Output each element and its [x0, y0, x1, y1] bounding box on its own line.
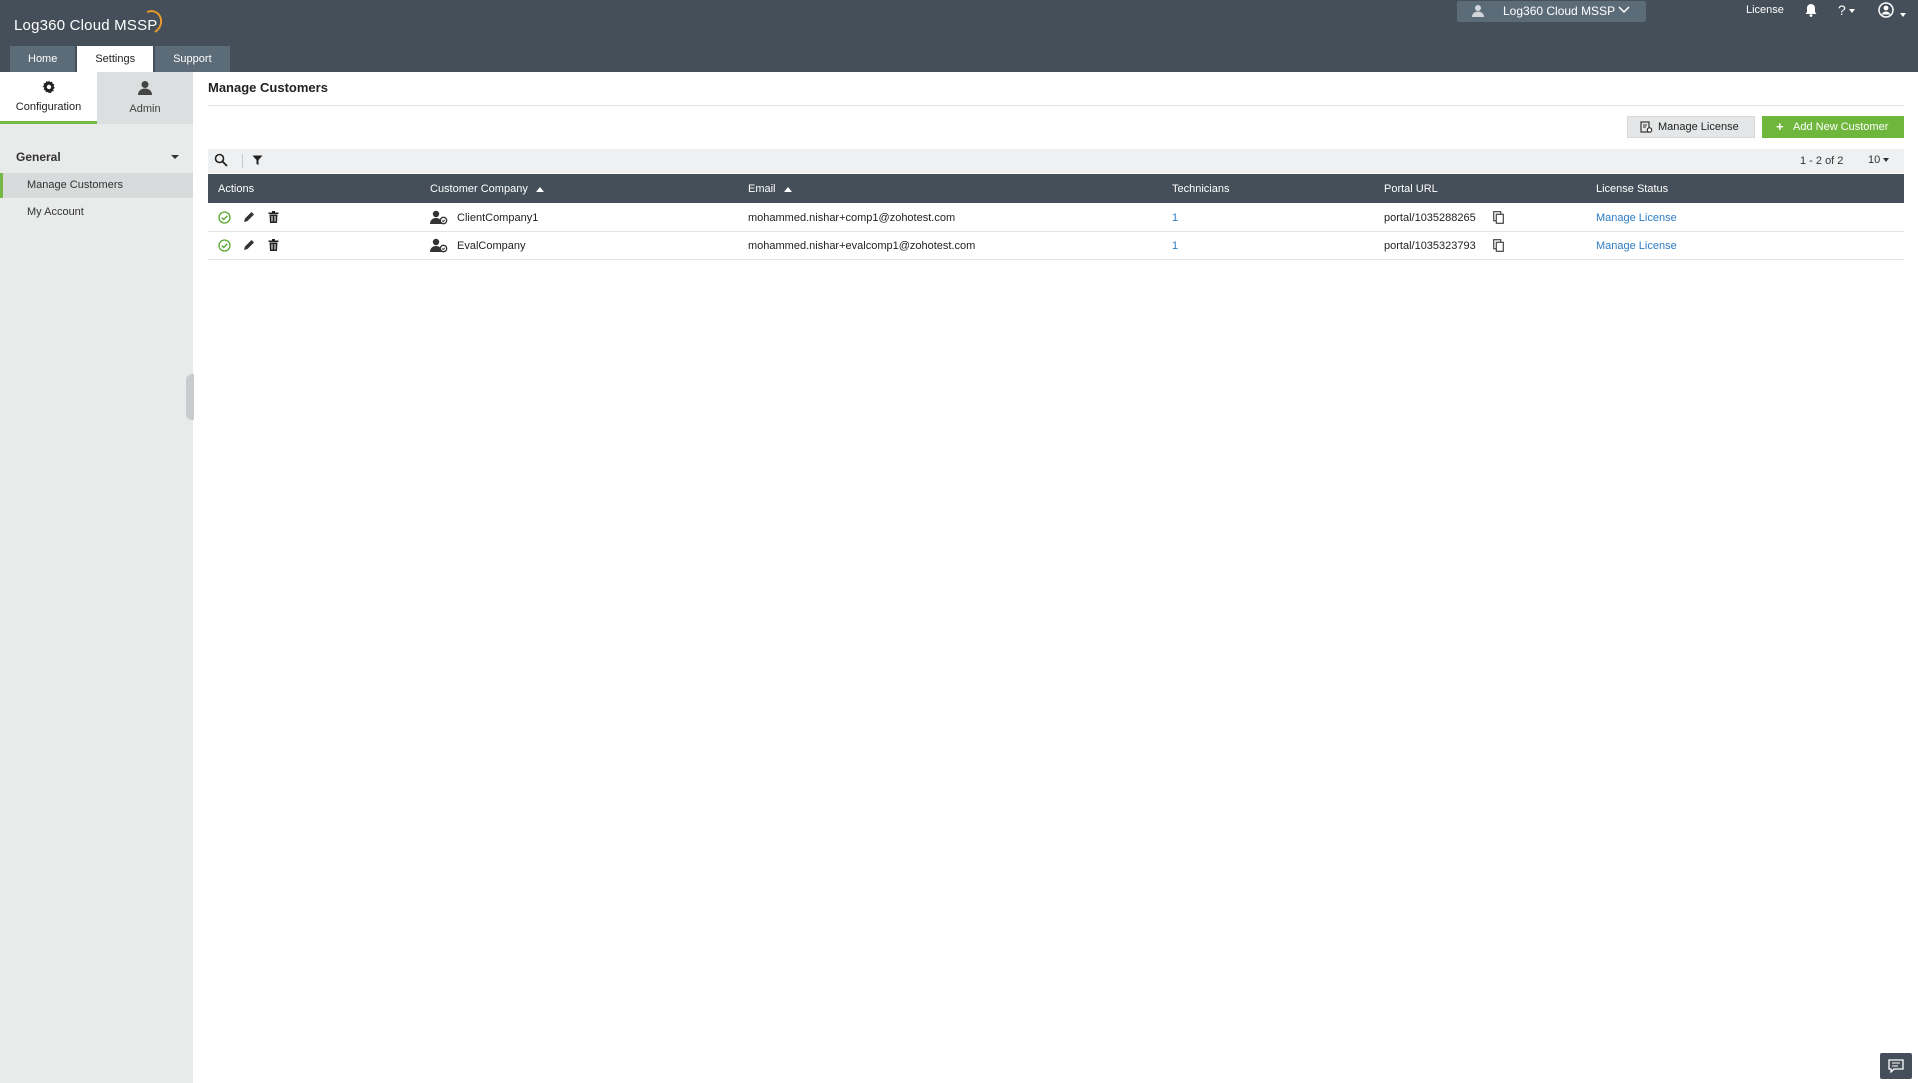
- company-users-icon: [430, 238, 448, 256]
- customer-email: mohammed.nishar+evalcomp1@zohotest.com: [748, 240, 976, 252]
- delete-icon[interactable]: [268, 211, 279, 226]
- help-icon: ?: [1838, 2, 1846, 18]
- filter-icon[interactable]: [252, 155, 263, 169]
- user-icon: [97, 80, 193, 99]
- table-header: Actions Customer Company Email Technicia…: [208, 174, 1904, 203]
- tab-settings[interactable]: Settings: [77, 46, 154, 72]
- technicians-count-link[interactable]: 1: [1172, 240, 1178, 252]
- sidebar-collapse-handle[interactable]: [186, 374, 194, 420]
- app-logo: Log360 Cloud MSSP: [14, 17, 158, 34]
- customer-email: mohammed.nishar+comp1@zohotest.com: [748, 212, 956, 224]
- table-toolbar: 1 - 2 of 2 10: [208, 149, 1904, 173]
- column-email-label: Email: [748, 183, 776, 195]
- sidebar-tab-admin[interactable]: Admin: [97, 72, 193, 124]
- msp-selector-label: Log360 Cloud MSSP: [1503, 4, 1616, 18]
- table-row: EvalCompany mohammed.nishar+evalcomp1@zo…: [208, 232, 1904, 260]
- column-portal-url: Portal URL: [1384, 183, 1438, 195]
- company-users-icon: [430, 210, 448, 228]
- caret-down-icon: [1900, 12, 1907, 17]
- sidebar: Configuration Admin General Manage Custo…: [0, 72, 194, 1083]
- gear-icon: [0, 80, 97, 97]
- user-icon: [1471, 4, 1485, 25]
- top-header: Log360 Cloud MSSP Home Settings Support …: [0, 0, 1918, 72]
- manage-license-link[interactable]: Manage License: [1596, 212, 1677, 224]
- search-icon[interactable]: [214, 153, 228, 170]
- technicians-count-link[interactable]: 1: [1172, 212, 1178, 224]
- chat-icon: [1888, 1059, 1904, 1073]
- license-link[interactable]: License: [1746, 4, 1784, 16]
- sidebar-group-label: General: [16, 150, 61, 164]
- caret-down-icon: [1848, 9, 1855, 14]
- tab-support[interactable]: Support: [155, 46, 230, 72]
- help-menu[interactable]: ?: [1838, 2, 1855, 18]
- page-title: Manage Customers: [208, 80, 328, 95]
- enable-customer-icon[interactable]: [218, 239, 231, 255]
- notification-bell-icon[interactable]: [1804, 3, 1818, 20]
- manage-license-label: Manage License: [1658, 121, 1739, 133]
- customer-company: EvalCompany: [457, 240, 526, 252]
- account-menu[interactable]: [1878, 2, 1907, 21]
- sidebar-item-manage-customers[interactable]: Manage Customers: [0, 173, 193, 198]
- sort-asc-icon: [783, 186, 792, 192]
- portal-url: portal/1035288265: [1384, 212, 1476, 224]
- column-actions: Actions: [218, 183, 255, 195]
- enable-customer-icon[interactable]: [218, 211, 231, 227]
- table-row: ClientCompany1 mohammed.nishar+comp1@zoh…: [208, 204, 1904, 232]
- tab-home[interactable]: Home: [10, 46, 76, 72]
- main-tabs: Home Settings Support: [10, 46, 230, 72]
- column-technicians: Technicians: [1172, 183, 1230, 195]
- sort-asc-icon: [535, 186, 544, 192]
- pagination-info: 1 - 2 of 2: [1800, 155, 1844, 167]
- account-icon: [1878, 2, 1894, 18]
- per-page-value: 10: [1868, 154, 1881, 166]
- add-new-customer-button[interactable]: + Add New Customer: [1762, 116, 1904, 138]
- edit-icon[interactable]: [243, 239, 255, 254]
- msp-selector-dropdown[interactable]: Log360 Cloud MSSP: [1457, 1, 1646, 22]
- sidebar-tab-admin-label: Admin: [129, 103, 161, 115]
- sidebar-tabs: Configuration Admin: [0, 72, 193, 124]
- column-email[interactable]: Email: [748, 183, 792, 195]
- column-customer-company[interactable]: Customer Company: [430, 183, 544, 195]
- portal-url: portal/1035323793: [1384, 240, 1476, 252]
- plus-icon: +: [1776, 119, 1784, 134]
- per-page-select[interactable]: 10: [1868, 154, 1890, 166]
- sidebar-item-my-account[interactable]: My Account: [0, 200, 193, 225]
- sidebar-tab-configuration[interactable]: Configuration: [0, 72, 97, 124]
- caret-down-icon: [171, 155, 179, 159]
- title-divider: [208, 105, 1904, 106]
- add-new-customer-label: Add New Customer: [1793, 121, 1889, 133]
- manage-license-button[interactable]: Manage License: [1627, 116, 1755, 138]
- edit-icon[interactable]: [243, 211, 255, 226]
- column-customer-company-label: Customer Company: [430, 183, 528, 195]
- customer-company: ClientCompany1: [457, 212, 539, 224]
- delete-icon[interactable]: [268, 239, 279, 254]
- manage-license-link[interactable]: Manage License: [1596, 240, 1677, 252]
- chevron-down-icon: [1618, 2, 1630, 23]
- column-license-status: License Status: [1596, 183, 1669, 195]
- copy-icon[interactable]: [1493, 211, 1504, 227]
- toolbar-divider: [242, 154, 243, 168]
- sidebar-tab-configuration-label: Configuration: [15, 101, 82, 113]
- sidebar-group-general[interactable]: General: [16, 150, 179, 164]
- license-icon: [1640, 121, 1653, 141]
- chat-button[interactable]: [1880, 1053, 1912, 1079]
- copy-icon[interactable]: [1493, 239, 1504, 255]
- caret-down-icon: [1883, 158, 1890, 163]
